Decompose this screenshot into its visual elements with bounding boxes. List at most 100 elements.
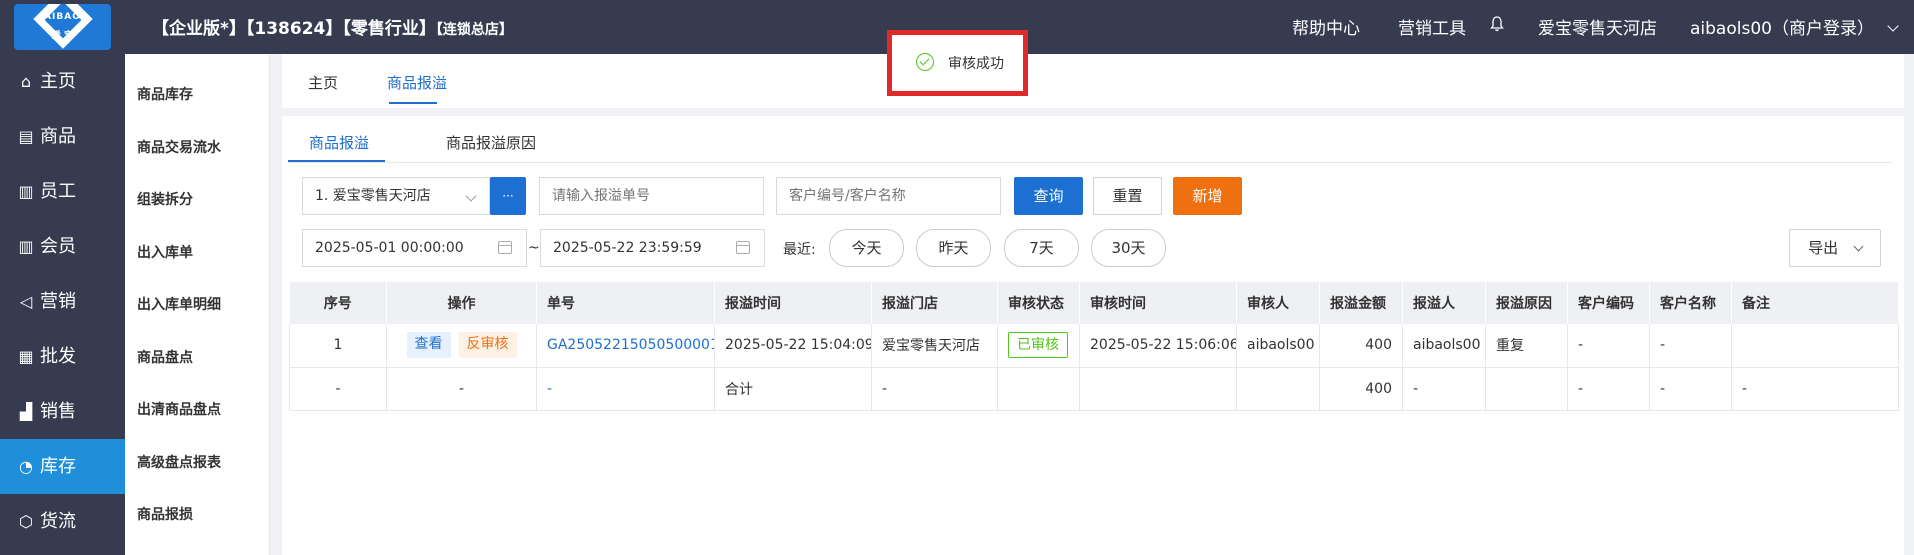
header-title-small: 【连锁总店】	[435, 22, 513, 38]
table-header-row: 序号 操作 单号 报溢时间 报溢门店 审核状态 审核时间 审核人 报溢金额 报溢人 报溢原因 客户编码…	[289, 282, 1899, 324]
recent-label: 最近:	[783, 242, 816, 258]
subnav-item[interactable]: 商品库存	[137, 84, 193, 104]
today-button[interactable]: 今天	[829, 229, 904, 267]
subnav-item[interactable]: 商品报损	[137, 504, 193, 524]
yesterday-button[interactable]: 昨天	[916, 229, 991, 267]
current-store[interactable]: 爱宝零售天河店	[1538, 14, 1657, 39]
column-header[interactable]: 审核人	[1236, 282, 1320, 324]
subtab-active-indicator	[288, 160, 385, 162]
start-date-value: 2025-05-01 00:00:00	[315, 240, 464, 256]
column-header[interactable]: 报溢原因	[1485, 282, 1568, 324]
subnav-item[interactable]: 出入库单	[137, 242, 193, 262]
cell-reviewer: aibaols00	[1236, 324, 1320, 368]
subtab-overflow-reason[interactable]: 商品报溢原因	[446, 132, 536, 153]
sidebar-item-0[interactable]: ⌂ 主页	[0, 54, 125, 109]
sidebar-item-7[interactable]: ◔ 库存	[0, 439, 125, 494]
cell-overflow-time: 2025-05-22 15:04:09	[714, 324, 872, 368]
calendar-icon	[498, 241, 512, 254]
logo-text-top: AIBAO	[44, 12, 81, 22]
export-button[interactable]: 导出	[1789, 229, 1881, 267]
status-badge: 已审核	[1008, 332, 1068, 359]
cell-customer-name: -	[1649, 324, 1732, 368]
store-more-button[interactable]: ···	[490, 177, 526, 215]
sidebar-item-label: 商品	[40, 126, 76, 147]
sidebar-item-1[interactable]: ▤ 商品	[0, 109, 125, 164]
sidebar-item-6[interactable]: ▟ 销售	[0, 384, 125, 439]
cell-reason: 重复	[1485, 324, 1568, 368]
cell-amount: 400	[1319, 324, 1403, 368]
column-header[interactable]: 报溢金额	[1319, 282, 1403, 324]
store-select[interactable]: 1. 爱宝零售天河店	[302, 177, 490, 215]
subnav-item[interactable]: 高级盘点报表	[137, 452, 221, 472]
subtab-overflow[interactable]: 商品报溢	[309, 132, 369, 153]
table-total-row: - - - 合计 - 400 - - - -	[289, 367, 1899, 411]
sidebar-item-8[interactable]: ⬡ 货流	[0, 494, 125, 549]
sub-sidebar: 商品库存商品交易流水 组装拆分出入库单出入库单明细 商品盘点出清商品盘点 高级盘点报表…	[125, 54, 270, 555]
help-center-link[interactable]: 帮助中心	[1292, 14, 1360, 39]
megaphone-icon: ◁	[19, 292, 33, 311]
total-label: 合计	[714, 367, 872, 411]
sidebar-item-label: 主页	[40, 71, 76, 92]
column-header[interactable]: 客户名称	[1649, 282, 1732, 324]
logo-text-bottom: 爱 宝	[51, 31, 74, 41]
sidebar-item-2[interactable]: ▥ 员工	[0, 164, 125, 219]
column-header[interactable]: 审核状态	[997, 282, 1080, 324]
end-date-input[interactable]: 2025-05-22 23:59:59	[540, 229, 765, 267]
sidebar-item-label: 营销	[40, 291, 76, 312]
total-customer-code: -	[1567, 367, 1650, 411]
column-header[interactable]: 备注	[1731, 282, 1899, 324]
subnav-item[interactable]: 组装拆分	[137, 189, 193, 209]
end-date-value: 2025-05-22 23:59:59	[553, 240, 702, 256]
total-remark: -	[1731, 367, 1899, 411]
subnav-item[interactable]: 商品盘点	[137, 347, 193, 367]
view-button[interactable]: 查看	[406, 332, 451, 359]
subnav-item[interactable]: 出清商品盘点	[137, 399, 221, 419]
sidebar-item-5[interactable]: ▦ 批发	[0, 329, 125, 384]
cube-icon: ⬡	[19, 512, 33, 531]
wholesale-icon: ▦	[18, 347, 34, 366]
add-button[interactable]: 新增	[1173, 177, 1242, 215]
column-header[interactable]: 报溢人	[1402, 282, 1486, 324]
cell-order-number-link[interactable]: GA25052215050500001	[536, 324, 715, 368]
column-header[interactable]: 报溢时间	[714, 282, 872, 324]
tab-product-overflow[interactable]: 商品报溢	[387, 72, 447, 93]
column-header[interactable]: 审核时间	[1079, 282, 1237, 324]
toast-message: 审核成功	[948, 56, 1004, 72]
member-icon: ▥	[18, 237, 34, 256]
marketing-tools-link[interactable]: 营销工具	[1398, 14, 1466, 39]
sidebar-item-label: 销售	[40, 401, 76, 422]
cell-index: 1	[289, 324, 387, 368]
total-store: -	[871, 367, 998, 411]
start-date-input[interactable]: 2025-05-01 00:00:00	[302, 229, 527, 267]
user-menu[interactable]: aibaols00（商户登录）	[1690, 14, 1900, 39]
total-reporter: -	[1402, 367, 1486, 411]
cell-review-time: 2025-05-22 15:06:06	[1079, 324, 1237, 368]
unreview-button[interactable]: 反审核	[458, 332, 517, 359]
column-header[interactable]: 报溢门店	[871, 282, 998, 324]
query-button[interactable]: 查询	[1014, 177, 1083, 215]
tab-home[interactable]: 主页	[308, 72, 338, 93]
reset-button[interactable]: 重置	[1093, 177, 1162, 215]
sidebar-item-4[interactable]: ◁ 营销	[0, 274, 125, 329]
sidebar-item-label: 库存	[40, 456, 76, 477]
customer-input[interactable]	[776, 177, 1001, 215]
bell-icon[interactable]	[1490, 16, 1504, 32]
total-reviewer	[1236, 367, 1320, 411]
sidebar-item-3[interactable]: ▥ 会员	[0, 219, 125, 274]
aibao-logo[interactable]: AIBAO 爱 宝	[14, 4, 111, 50]
column-header[interactable]: 序号	[289, 282, 387, 324]
cell-store: 爱宝零售天河店	[871, 324, 998, 368]
header-title: 【企业版*】【138624】【零售行业】【连锁总店】	[152, 14, 513, 39]
column-header[interactable]: 操作	[386, 282, 537, 324]
sidebar-item-label: 会员	[40, 236, 76, 257]
order-number-input[interactable]	[539, 177, 764, 215]
cell-status: 已审核	[997, 324, 1080, 368]
thirty-days-button[interactable]: 30天	[1091, 229, 1166, 267]
subnav-item[interactable]: 出入库单明细	[137, 294, 221, 314]
column-header[interactable]: 客户编码	[1567, 282, 1650, 324]
table-row[interactable]: 1 查看 反审核 GA25052215050500001 2025-05-22 1…	[289, 324, 1899, 368]
seven-days-button[interactable]: 7天	[1004, 229, 1079, 267]
page-tabs: 主页 商品报溢	[282, 54, 1904, 108]
subnav-item[interactable]: 商品交易流水	[137, 137, 221, 157]
column-header[interactable]: 单号	[536, 282, 715, 324]
